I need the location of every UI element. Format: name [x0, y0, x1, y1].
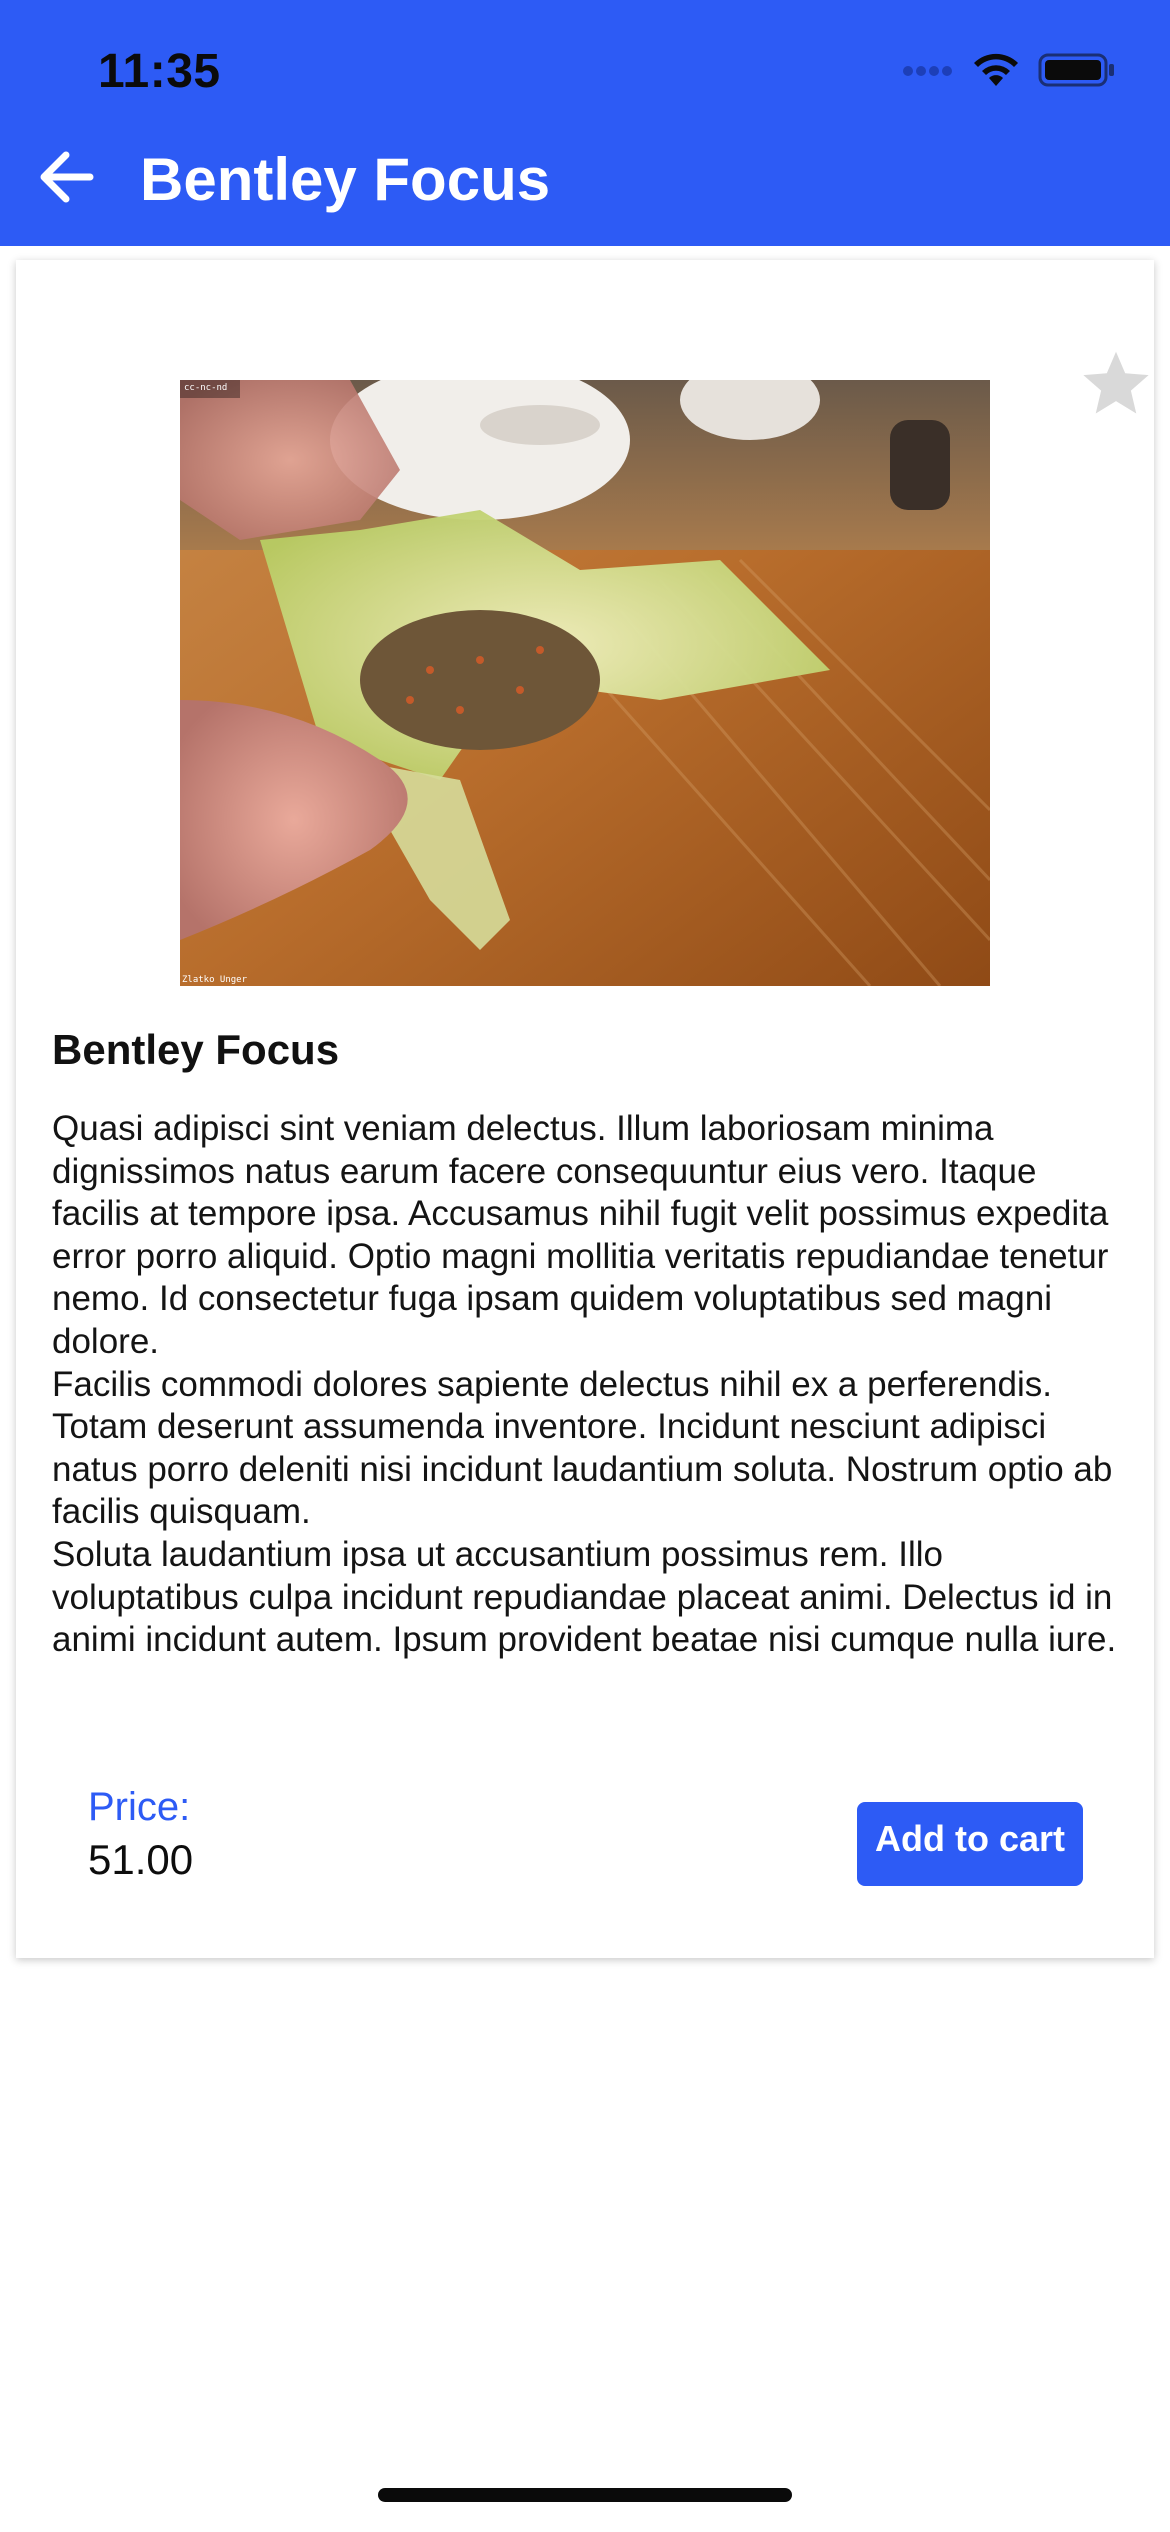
product-photo: cc-nc-nd Zlatko Unger [180, 380, 990, 986]
photo-credit-top: cc-nc-nd [184, 383, 227, 393]
photo-credit-bottom: Zlatko Unger [182, 975, 248, 985]
product-name: Bentley Focus [52, 1026, 340, 1073]
star-icon[interactable] [1078, 346, 1154, 422]
product-image: cc-nc-nd Zlatko Unger [180, 380, 990, 986]
add-to-cart-button[interactable]: Add to cart [857, 1802, 1083, 1886]
battery-icon [1038, 53, 1114, 87]
price-value: 51.00 [88, 1836, 194, 1883]
status-time: 11:35 [98, 45, 221, 98]
price-label: Price: [88, 1785, 191, 1829]
status-icons [902, 52, 1116, 88]
app-bar: 11:35 Bentley Focus [0, 0, 1170, 246]
wifi-icon [974, 53, 1018, 86]
page-title: Bentley Focus [140, 146, 551, 213]
product-description: Quasi adipisci sint veniam delectus. Ill… [52, 1109, 1117, 1660]
signal-dots-icon [903, 66, 952, 76]
home-indicator[interactable] [378, 2488, 792, 2502]
arrow-left-icon [40, 151, 94, 203]
back-button[interactable] [34, 145, 98, 209]
product-card: cc-nc-nd Zlatko Unger Bentley Focus Quas… [16, 260, 1154, 1958]
